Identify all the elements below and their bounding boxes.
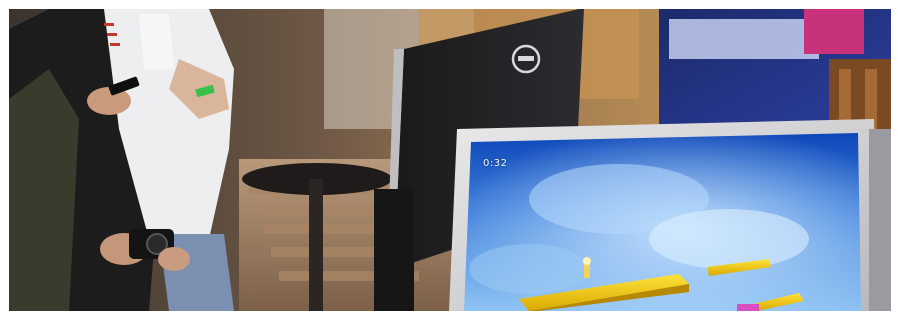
photo-frame: 0:32 — [9, 9, 891, 311]
scene-photo — [9, 9, 891, 311]
game-hud-timer: 0:32 — [483, 158, 508, 169]
